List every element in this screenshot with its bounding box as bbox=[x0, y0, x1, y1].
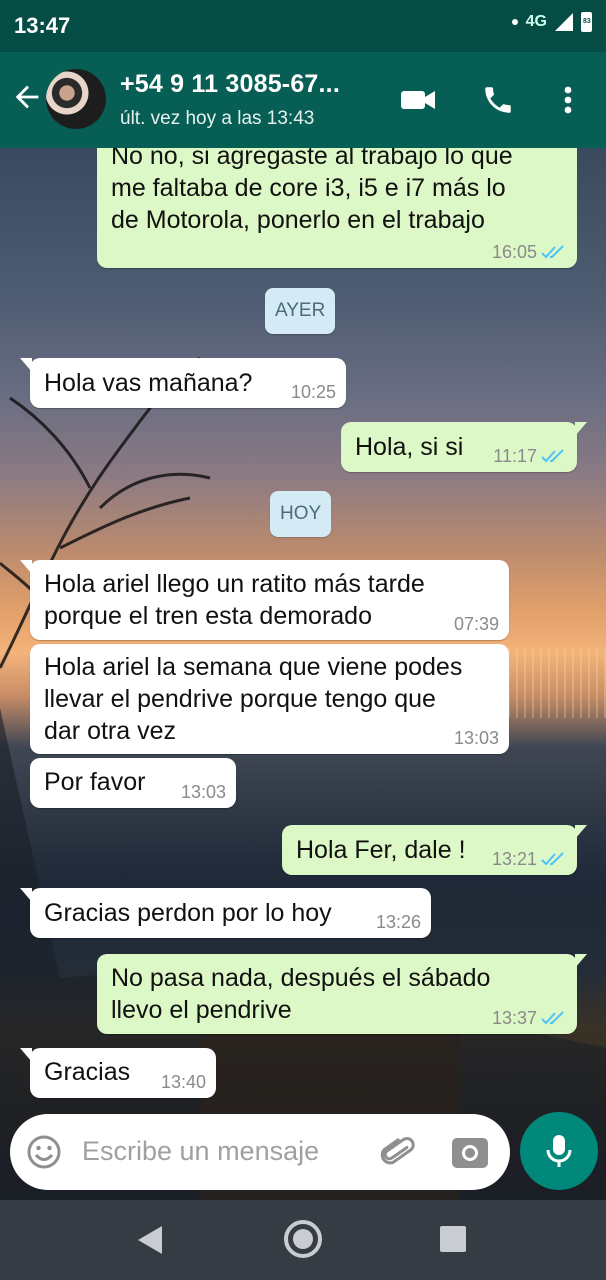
bubble-tail bbox=[20, 888, 32, 902]
message-text: Hola vas mañana? bbox=[44, 369, 253, 397]
system-navigation-bar bbox=[0, 1200, 606, 1280]
message-bubble-incoming[interactable]: Gracias perdon por lo hoy 13:26 bbox=[20, 888, 431, 938]
nav-recents-icon[interactable] bbox=[440, 1226, 466, 1252]
signal-icon bbox=[555, 13, 573, 31]
read-ticks-icon bbox=[541, 449, 564, 463]
chat-area[interactable]: No no, si agregaste al trabajo lo que me… bbox=[0, 148, 606, 1200]
bubble-tail bbox=[20, 1048, 32, 1062]
video-call-icon bbox=[401, 91, 435, 109]
message-bubble-incoming[interactable]: Hola ariel la semana que viene podes lle… bbox=[30, 644, 509, 754]
message-time: 16:05 bbox=[491, 242, 537, 262]
message-bubble-incoming[interactable]: Hola ariel llego un ratito más tarde por… bbox=[20, 560, 509, 640]
battery-level: 83 bbox=[583, 14, 591, 30]
message-time: 13:26 bbox=[375, 912, 421, 932]
message-bubble-outgoing[interactable]: Hola, si si 11:17 bbox=[341, 422, 587, 472]
contact-name[interactable]: +54 9 11 3085-67... bbox=[120, 70, 340, 99]
message-text: Hola ariel llego un ratito más tarde por… bbox=[44, 570, 425, 630]
chat-header: +54 9 11 3085-67... últ. vez hoy a las 1… bbox=[0, 52, 606, 148]
status-bar: 13:47 4G 83 bbox=[0, 0, 606, 52]
message-time: 07:39 bbox=[453, 614, 499, 634]
nav-home-icon[interactable] bbox=[284, 1220, 322, 1258]
message-time: 13:40 bbox=[160, 1072, 206, 1092]
message-input[interactable]: Escribe un mensaje bbox=[82, 1136, 319, 1167]
mic-icon bbox=[546, 1135, 572, 1167]
emoji-icon[interactable] bbox=[26, 1134, 62, 1170]
message-time: 13:37 bbox=[491, 1008, 537, 1028]
camera-icon[interactable] bbox=[450, 1134, 490, 1170]
message-time: 11:17 bbox=[493, 446, 537, 466]
message-time: 13:03 bbox=[453, 728, 499, 748]
message-bubble-incoming[interactable]: Por favor 13:03 bbox=[30, 758, 236, 808]
status-time: 13:47 bbox=[14, 13, 71, 38]
message-time: 13:03 bbox=[180, 782, 226, 802]
date-chip: HOY bbox=[270, 491, 332, 537]
message-bubble-outgoing[interactable]: Hola Fer, dale ! 13:21 bbox=[282, 825, 587, 875]
read-ticks-icon bbox=[541, 245, 564, 259]
message-bubble-outgoing[interactable]: No pasa nada, después el sábado llevo el… bbox=[97, 954, 587, 1034]
bubble-tail bbox=[20, 560, 32, 574]
status-indicators: 4G 83 bbox=[511, 12, 592, 32]
nav-back-icon[interactable] bbox=[138, 1226, 162, 1254]
message-bubble-outgoing[interactable]: No no, si agregaste al trabajo lo que me… bbox=[97, 148, 577, 268]
more-options-button[interactable] bbox=[548, 82, 588, 118]
read-ticks-icon bbox=[541, 852, 564, 866]
contact-avatar[interactable] bbox=[46, 69, 106, 129]
read-ticks-icon bbox=[541, 1011, 564, 1025]
bubble-tail bbox=[20, 358, 32, 372]
voice-call-button[interactable] bbox=[478, 82, 518, 118]
attach-icon[interactable] bbox=[378, 1132, 418, 1172]
message-text: Gracias perdon por lo hoy bbox=[44, 899, 332, 927]
bubble-tail bbox=[575, 825, 587, 839]
video-call-button[interactable] bbox=[398, 82, 438, 118]
message-composer[interactable]: Escribe un mensaje bbox=[10, 1114, 510, 1190]
message-bubble-incoming[interactable]: Gracias 13:40 bbox=[20, 1048, 216, 1098]
more-vert-icon bbox=[564, 86, 572, 114]
notification-dot-icon bbox=[511, 19, 518, 25]
battery-icon: 83 bbox=[581, 12, 592, 32]
mic-button[interactable] bbox=[520, 1112, 598, 1190]
message-time: 10:25 bbox=[290, 382, 336, 402]
network-type: 4G bbox=[525, 13, 547, 30]
message-bubble-incoming[interactable]: Hola vas mañana? 10:25 bbox=[20, 358, 346, 408]
phone-icon bbox=[485, 87, 511, 113]
message-time: 13:21 bbox=[491, 849, 537, 869]
bubble-tail bbox=[575, 422, 587, 436]
message-text: No no, si agregaste al trabajo lo que me… bbox=[111, 148, 513, 234]
date-chip: AYER bbox=[265, 288, 336, 334]
last-seen-status[interactable]: últ. vez hoy a las 13:43 bbox=[120, 108, 314, 130]
back-arrow-icon[interactable] bbox=[10, 80, 44, 114]
bubble-tail bbox=[575, 954, 587, 968]
message-text: Hola ariel la semana que viene podes lle… bbox=[44, 653, 463, 745]
